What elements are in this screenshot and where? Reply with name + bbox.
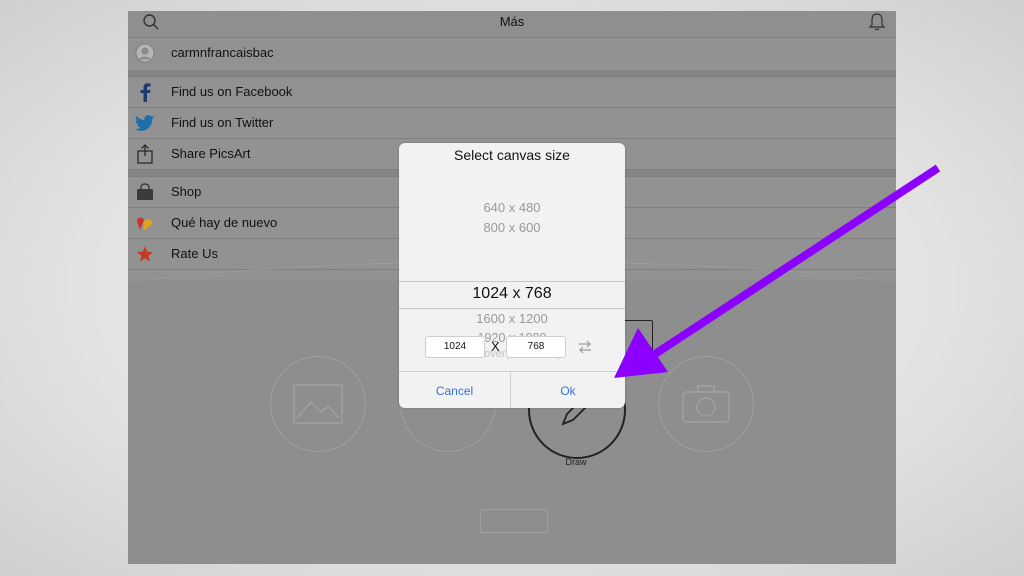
shop-bag-icon [135, 182, 155, 202]
height-input[interactable] [506, 336, 566, 358]
whats-new-icon [135, 213, 155, 233]
width-input[interactable] [425, 336, 485, 358]
cancel-button[interactable]: Cancel [399, 372, 511, 408]
facebook-icon [135, 82, 155, 102]
picker-option[interactable]: 1600 x 1200 [399, 311, 625, 326]
menu-item-label: Rate Us [171, 246, 218, 261]
picker-option-selected[interactable]: 1024 x 768 [399, 285, 625, 303]
star-icon [135, 244, 155, 264]
menu-separator [128, 70, 896, 77]
bell-icon[interactable] [868, 12, 886, 32]
avatar-icon [135, 43, 155, 63]
top-nav-bar: Más [128, 11, 896, 38]
menu-item-label: Find us on Twitter [171, 115, 274, 130]
menu-item-label: Find us on Facebook [171, 84, 293, 99]
user-name: carmnfrancaisbac [171, 45, 274, 60]
swap-icon[interactable] [577, 339, 593, 355]
picker-option[interactable]: 800 x 600 [399, 220, 625, 235]
menu-item-twitter[interactable]: Find us on Twitter [128, 108, 896, 139]
dialog-title: Select canvas size [454, 147, 570, 163]
nav-title: Más [499, 14, 525, 29]
camera-icon [682, 385, 730, 423]
gallery-tool-circle [270, 356, 366, 452]
dialog-button-bar: Cancel Ok [399, 371, 625, 408]
menu-item-label: Share PicsArt [171, 146, 251, 161]
annotation-arrow [614, 164, 941, 378]
size-inputs: X [399, 336, 625, 362]
menu-item-facebook[interactable]: Find us on Facebook [128, 77, 896, 108]
twitter-icon [135, 113, 155, 133]
image-icon [293, 384, 343, 424]
canvas-size-picker[interactable]: 640 x 480 800 x 600 1024 x 768 1600 x 12… [399, 188, 625, 360]
menu-item-user[interactable]: carmnfrancaisbac [128, 38, 896, 70]
draw-label: Draw [565, 457, 587, 467]
share-icon [135, 144, 155, 164]
picker-option[interactable]: 640 x 480 [399, 200, 625, 215]
bottom-tab [480, 509, 548, 533]
menu-item-label: Qué hay de nuevo [171, 215, 278, 230]
menu-item-label: Shop [171, 184, 202, 199]
canvas-size-dialog: Select canvas size 640 x 480 800 x 600 1… [399, 143, 625, 408]
x-separator: X [491, 339, 500, 354]
